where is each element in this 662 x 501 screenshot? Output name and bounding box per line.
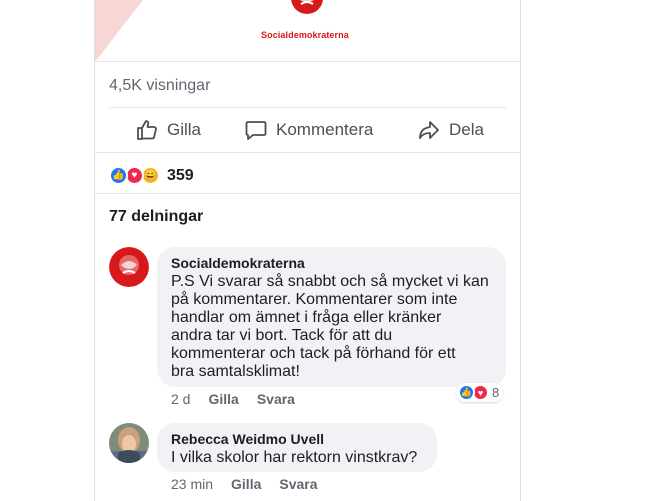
share-button[interactable]: Dela: [417, 118, 484, 142]
comment-line: I vilka skolor har rektorn vinstkrav?: [171, 449, 418, 466]
comment-line: P.S Vi svarar så snabbt och så mycket vi…: [171, 273, 489, 290]
action-bar: Gilla Kommentera Dela: [95, 108, 520, 152]
comment-like-link[interactable]: Gilla: [231, 476, 261, 492]
post-card: Socialdemokraterna 4,5K visningar Gilla …: [94, 0, 521, 501]
divider: [95, 152, 520, 153]
comment-meta: 2 d Gilla Svara: [171, 391, 295, 407]
comment-line: bra samtalsklimat!: [171, 363, 300, 380]
comment-like-link[interactable]: Gilla: [208, 391, 238, 407]
comment-line: på kommentarer. Kommentarer som inte: [171, 291, 458, 308]
comment-reply-link[interactable]: Svara: [279, 476, 317, 492]
divider: [95, 193, 520, 194]
comment-reactions[interactable]: 👍 ♥ 8: [456, 383, 504, 402]
comment-bubble-icon: [245, 121, 267, 140]
rose-logo-icon: [109, 247, 149, 287]
comment-time[interactable]: 23 min: [171, 476, 213, 492]
comment-text: P.S Vi svarar så snabbt och så mycket vi…: [171, 273, 492, 381]
comment-line: kommenterar och tack på förhand för ett: [171, 345, 456, 362]
comment-label: Kommentera: [276, 120, 374, 139]
avatar[interactable]: [109, 423, 149, 463]
comment-time[interactable]: 2 d: [171, 391, 190, 407]
reaction-summary[interactable]: 👍 ♥ 😄 359: [109, 166, 194, 185]
share-count[interactable]: 77 delningar: [109, 208, 203, 226]
comment-button[interactable]: Kommentera: [244, 118, 373, 142]
comment-meta: 23 min Gilla Svara: [171, 476, 318, 492]
brand-name: Socialdemokraterna: [261, 30, 349, 40]
like-reaction-icon: 👍: [109, 166, 128, 185]
like-reaction-icon: 👍: [458, 384, 475, 401]
comment-bubble: Rebecca Weidmo Uvell I vilka skolor har …: [157, 423, 437, 472]
like-label: Gilla: [167, 120, 202, 139]
share-arrow-icon: [419, 121, 439, 139]
view-count: 4,5K visningar: [109, 77, 211, 94]
user-photo-icon: [109, 423, 149, 463]
thumbs-up-icon: [137, 120, 157, 140]
share-label: Dela: [449, 120, 484, 139]
comment-reaction-count: 8: [492, 385, 500, 400]
like-button[interactable]: Gilla: [135, 118, 201, 142]
comment-bubble: Socialdemokraterna P.S Vi svarar så snab…: [157, 247, 506, 387]
reaction-count: 359: [167, 166, 194, 184]
comment-line: handlar om ämnet i fråga eller kränker: [171, 309, 442, 326]
comment-author[interactable]: Socialdemokraterna: [171, 255, 492, 271]
comment-text: I vilka skolor har rektorn vinstkrav?: [171, 449, 423, 467]
rose-logo-icon: [291, 0, 323, 14]
decorative-wedge: [95, 0, 143, 61]
comment-reply-link[interactable]: Svara: [257, 391, 295, 407]
avatar[interactable]: [109, 247, 149, 287]
video-thumbnail[interactable]: Socialdemokraterna: [95, 0, 520, 62]
comment-line: andra tar vi bort. Tack för att du: [171, 327, 393, 344]
comment-author[interactable]: Rebecca Weidmo Uvell: [171, 431, 423, 447]
